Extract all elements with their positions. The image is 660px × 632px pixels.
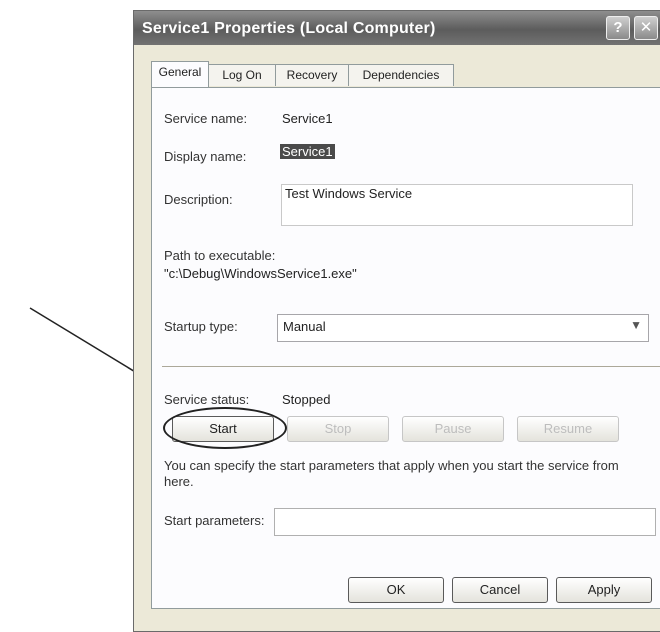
display-name-value: Service1 [280,144,335,159]
resume-button[interactable]: Resume [517,416,619,442]
startup-type-value: Manual [283,319,326,334]
title-bar[interactable]: Service1 Properties (Local Computer) ? ✕ [134,11,660,45]
tab-recovery[interactable]: Recovery [275,64,349,86]
tab-dependencies[interactable]: Dependencies [348,64,454,86]
description-value: Test Windows Service [285,186,413,201]
start-params-label: Start parameters: [164,513,265,528]
window-title: Service1 Properties (Local Computer) [142,20,436,37]
service-properties-window: Service1 Properties (Local Computer) ? ✕… [133,10,660,632]
pause-button[interactable]: Pause [402,416,504,442]
close-icon: ✕ [639,19,653,36]
chevron-down-icon: ▼ [630,318,642,332]
path-label: Path to executable: [164,248,276,263]
service-name-label: Service name: [164,111,248,126]
highlight-ellipse [163,407,287,449]
cancel-button[interactable]: Cancel [452,577,548,603]
start-params-note: You can specify the start parameters tha… [164,458,619,489]
help-button[interactable]: ? [606,16,630,40]
service-status-value: Stopped [282,392,331,407]
help-icon: ? [613,19,623,36]
general-panel: Service name: Service1 Display name: Ser… [151,87,660,609]
close-button[interactable]: ✕ [634,16,658,40]
start-params-input[interactable] [274,508,656,536]
separator [162,366,660,367]
ok-button[interactable]: OK [348,577,444,603]
path-value: "c:\Debug\WindowsService1.exe" [164,266,357,281]
apply-button[interactable]: Apply [556,577,652,603]
startup-type-select[interactable]: Manual ▼ [277,314,649,342]
tab-log-on[interactable]: Log On [208,64,276,86]
stop-button[interactable]: Stop [287,416,389,442]
tab-general[interactable]: General [151,61,209,87]
service-status-label: Service status: [164,392,250,407]
display-name-label: Display name: [164,149,247,164]
service-name-value: Service1 [282,111,333,126]
startup-type-label: Startup type: [164,319,238,334]
description-label: Description: [164,192,233,207]
display-name-field[interactable]: Service1 [280,144,335,159]
